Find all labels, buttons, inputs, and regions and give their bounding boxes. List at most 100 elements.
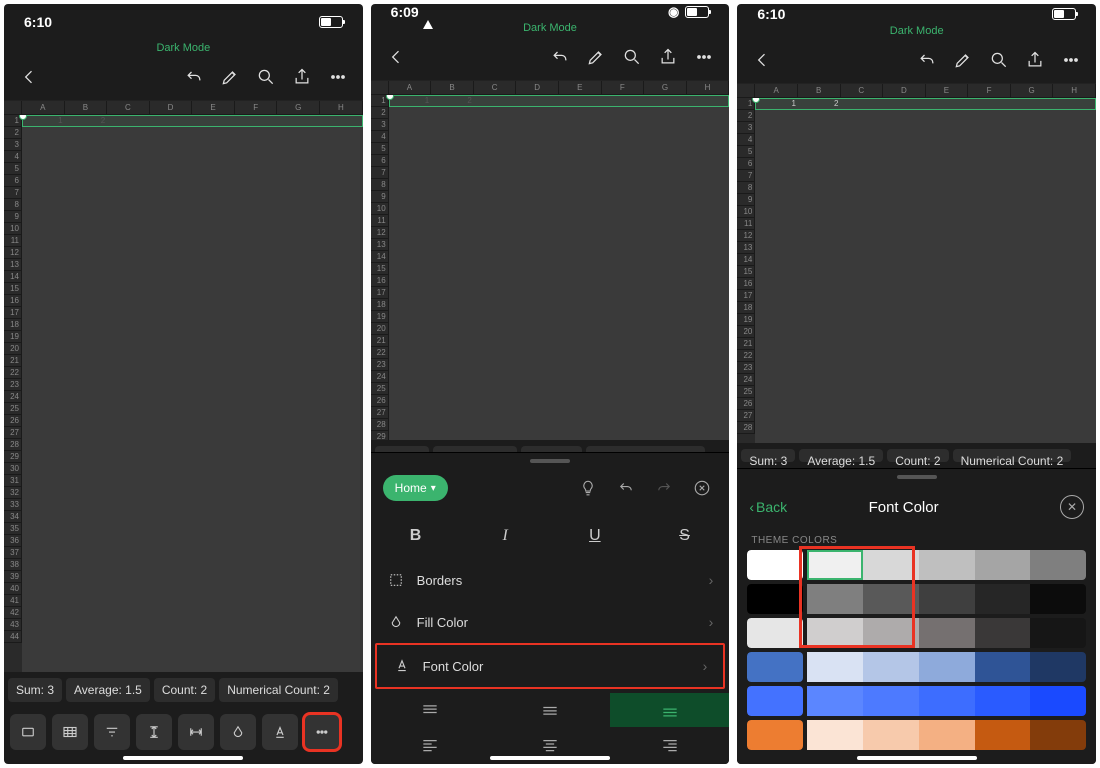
panel-close-icon[interactable] <box>687 473 717 503</box>
row-header[interactable]: 20 <box>371 323 389 335</box>
back-chevron-icon[interactable] <box>381 42 411 72</box>
cell-a1[interactable]: 1 <box>389 95 432 107</box>
row-header[interactable]: 30 <box>4 463 22 475</box>
row-header[interactable]: 10 <box>371 203 389 215</box>
color-swatch[interactable] <box>863 618 919 648</box>
stat-avg[interactable]: Average: 1.5 <box>66 678 150 702</box>
valign-middle-button[interactable] <box>490 693 610 727</box>
search-icon[interactable] <box>984 45 1014 75</box>
row-header[interactable]: 11 <box>737 218 755 230</box>
close-icon[interactable]: ✕ <box>1060 495 1084 519</box>
color-swatch[interactable] <box>863 550 919 580</box>
share-icon[interactable] <box>653 42 683 72</box>
row-header[interactable]: 8 <box>737 182 755 194</box>
stat-sum[interactable]: Sum: 3 <box>741 449 795 462</box>
draw-icon[interactable] <box>948 45 978 75</box>
col-header[interactable]: G <box>1011 84 1054 98</box>
undo-icon[interactable] <box>545 42 575 72</box>
row-header[interactable]: 6 <box>737 158 755 170</box>
row-header[interactable]: 12 <box>737 230 755 242</box>
share-icon[interactable] <box>287 62 317 92</box>
search-icon[interactable] <box>251 62 281 92</box>
col-header[interactable]: A <box>22 101 65 115</box>
row-header[interactable]: 19 <box>737 314 755 326</box>
cell-b1[interactable]: 2 <box>431 95 474 107</box>
row-header[interactable]: 38 <box>4 559 22 571</box>
color-swatch[interactable] <box>975 618 1031 648</box>
col-header[interactable]: C <box>107 101 150 115</box>
cells-area[interactable]: 1 2 <box>389 95 730 440</box>
panel-drag-handle[interactable] <box>897 475 937 479</box>
row-header[interactable]: 9 <box>4 211 22 223</box>
color-swatch[interactable] <box>919 584 975 614</box>
valign-bottom-button[interactable] <box>610 693 730 727</box>
row-header[interactable]: 16 <box>371 275 389 287</box>
row-header[interactable]: 20 <box>4 343 22 355</box>
col-header[interactable]: F <box>602 81 645 95</box>
row-header[interactable]: 26 <box>4 415 22 427</box>
row-header[interactable]: 25 <box>4 403 22 415</box>
color-swatch[interactable] <box>1030 584 1086 614</box>
row-header[interactable]: 24 <box>737 374 755 386</box>
stat-count[interactable]: Count: 2 <box>154 678 215 702</box>
color-swatch[interactable] <box>863 720 919 750</box>
row-header[interactable]: 21 <box>371 335 389 347</box>
col-header[interactable]: C <box>474 81 517 95</box>
halign-left-button[interactable] <box>371 727 491 761</box>
row-header[interactable]: 13 <box>4 259 22 271</box>
row-header[interactable]: 28 <box>371 419 389 431</box>
color-swatch[interactable] <box>1030 550 1086 580</box>
color-swatch[interactable] <box>807 550 863 580</box>
row-header[interactable]: 41 <box>4 595 22 607</box>
col-header[interactable]: B <box>431 81 474 95</box>
color-swatch[interactable] <box>919 652 975 682</box>
color-swatch[interactable] <box>807 720 863 750</box>
row-header[interactable]: 14 <box>371 251 389 263</box>
color-swatch[interactable] <box>747 652 803 682</box>
color-swatch[interactable] <box>747 584 803 614</box>
row-header[interactable]: 20 <box>737 326 755 338</box>
more-icon[interactable] <box>1056 45 1086 75</box>
more-button[interactable] <box>304 714 340 750</box>
menu-fill-color[interactable]: Fill Color › <box>371 601 730 643</box>
color-swatch[interactable] <box>807 618 863 648</box>
col-header[interactable]: C <box>841 84 884 98</box>
back-chevron-icon[interactable] <box>747 45 777 75</box>
row-header[interactable]: 39 <box>4 571 22 583</box>
color-swatch[interactable] <box>919 618 975 648</box>
menu-borders[interactable]: Borders › <box>371 559 730 601</box>
row-header[interactable]: 37 <box>4 547 22 559</box>
row-header[interactable]: 9 <box>371 191 389 203</box>
cell-b1[interactable]: 2 <box>65 115 108 127</box>
color-swatch[interactable] <box>747 618 803 648</box>
row-header[interactable]: 6 <box>371 155 389 167</box>
col-header[interactable]: F <box>235 101 278 115</box>
row-header[interactable]: 12 <box>4 247 22 259</box>
col-header[interactable]: G <box>644 81 687 95</box>
ribbon-tab-select[interactable]: Home <box>383 475 448 501</box>
row-header[interactable]: 5 <box>371 143 389 155</box>
col-header[interactable]: E <box>926 84 969 98</box>
row-header[interactable]: 17 <box>737 290 755 302</box>
col-header[interactable]: E <box>559 81 602 95</box>
row-header[interactable]: 36 <box>4 535 22 547</box>
row-header[interactable]: 27 <box>737 410 755 422</box>
menu-font-color[interactable]: Font Color › <box>375 643 726 689</box>
col-header[interactable]: B <box>65 101 108 115</box>
row-header[interactable]: 16 <box>737 278 755 290</box>
color-swatch[interactable] <box>1030 686 1086 716</box>
col-header[interactable]: A <box>389 81 432 95</box>
col-header[interactable]: D <box>883 84 926 98</box>
stat-numcount[interactable]: Numerical Count: 2 <box>219 678 338 702</box>
row-header[interactable]: 14 <box>737 254 755 266</box>
color-swatch[interactable] <box>747 686 803 716</box>
row-header[interactable]: 10 <box>4 223 22 235</box>
color-swatch[interactable] <box>1030 618 1086 648</box>
row-header[interactable]: 27 <box>4 427 22 439</box>
color-swatch[interactable] <box>975 584 1031 614</box>
col-width-icon[interactable] <box>178 714 214 750</box>
draw-icon[interactable] <box>581 42 611 72</box>
row-header[interactable]: 15 <box>737 266 755 278</box>
row-header[interactable]: 2 <box>4 127 22 139</box>
color-swatch[interactable] <box>863 584 919 614</box>
